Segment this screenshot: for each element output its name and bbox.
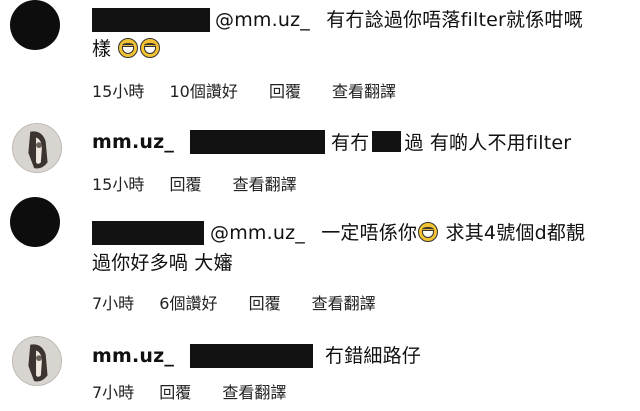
mention-link[interactable]: @mm.uz_ <box>215 9 310 31</box>
comment-text: 冇錯細路仔 <box>325 345 422 367</box>
likes-count[interactable]: 10個讚好 <box>169 82 237 102</box>
avatar-photo-icon <box>13 337 61 385</box>
joy-emoji-icon <box>418 222 439 242</box>
redacted-mention <box>190 130 325 154</box>
comment-text-line2-wrap: 樣 <box>92 38 161 60</box>
comment-meta: 15小時 回覆 查看翻譯 <box>92 175 323 195</box>
reply-button[interactable]: 回覆 <box>249 294 281 314</box>
comment-text-line2-wrap: 過你好多喎 大嬸 <box>92 252 233 274</box>
translate-button[interactable]: 查看翻譯 <box>233 175 297 195</box>
username-link[interactable]: mm.uz_ <box>92 131 174 153</box>
comment-text-line2: 過你好多喎 大嬸 <box>92 252 233 274</box>
avatar-photo-icon <box>13 124 61 172</box>
comment-meta: 7小時 回覆 查看翻譯 <box>92 383 312 403</box>
avatar[interactable] <box>12 123 62 173</box>
timestamp: 7小時 <box>92 294 135 313</box>
reply-button[interactable]: 回覆 <box>169 175 201 195</box>
avatar[interactable] <box>10 197 60 247</box>
comment-meta: 15小時 10個讚好 回覆 查看翻譯 <box>92 82 422 102</box>
redacted-word <box>372 131 402 152</box>
joy-emoji-icon <box>140 38 161 58</box>
comment-meta: 7小時 6個讚好 回覆 查看翻譯 <box>92 294 402 314</box>
comment-text-body: 有冇 過 有啲人不用filter <box>331 131 571 154</box>
reply-button[interactable]: 回覆 <box>159 383 191 403</box>
comment-text: @mm.uz_ 一定唔係你 求其4號個d都靚 <box>210 222 585 244</box>
comment-text-body: 冇錯細路仔 <box>325 345 421 367</box>
comment-text-part1: 有冇 <box>331 132 370 154</box>
translate-button[interactable]: 查看翻譯 <box>222 383 286 403</box>
reply-button[interactable]: 回覆 <box>269 82 301 102</box>
joy-emoji-icon <box>118 38 139 58</box>
redacted-username <box>92 8 210 32</box>
comment-text-line1: 有冇諗過你唔落filter就係咁嘅 <box>326 9 583 31</box>
translate-button[interactable]: 查看翻譯 <box>312 294 376 314</box>
redacted-username <box>92 221 204 245</box>
comment-text: mm.uz_ <box>92 131 174 153</box>
avatar[interactable] <box>12 336 62 386</box>
likes-count[interactable]: 6個讚好 <box>159 294 217 314</box>
timestamp: 7小時 <box>92 383 135 402</box>
username-link[interactable]: mm.uz_ <box>92 345 174 367</box>
comment-text-part2: 求其4號個d都靚 <box>445 222 586 244</box>
comment-text: @mm.uz_ 有冇諗過你唔落filter就係咁嘅 <box>215 9 583 31</box>
comment-text-part1: 一定唔係你 <box>321 222 418 244</box>
redacted-mention <box>190 344 313 368</box>
mention-link[interactable]: @mm.uz_ <box>210 222 305 244</box>
timestamp: 15小時 <box>92 82 145 101</box>
translate-button[interactable]: 查看翻譯 <box>332 82 396 102</box>
comment-text: mm.uz_ <box>92 345 174 367</box>
comment-text-part2: 過 有啲人不用filter <box>404 132 572 154</box>
comment-text-line2: 樣 <box>92 38 112 60</box>
avatar[interactable] <box>10 0 60 50</box>
timestamp: 15小時 <box>92 175 145 194</box>
